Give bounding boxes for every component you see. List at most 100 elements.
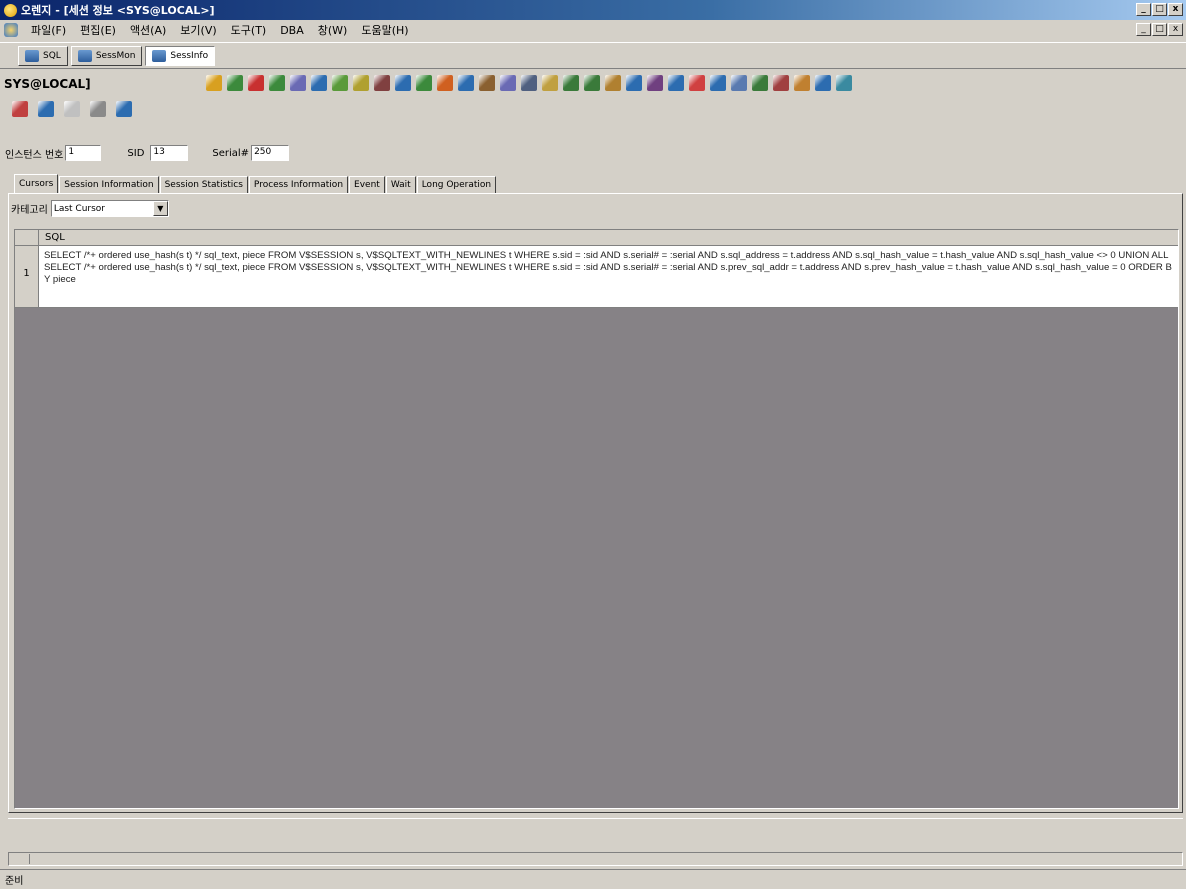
tab-session-statistics[interactable]: Session Statistics xyxy=(159,176,248,194)
doc-tab-label: SessMon xyxy=(95,51,136,61)
toolbar-button-icon[interactable] xyxy=(710,75,726,91)
toolbar-button-icon[interactable] xyxy=(731,75,747,91)
session-params: 인스턴스 번호 1 SID 13 Serial# 250 xyxy=(0,142,1186,164)
toolbar2-button-icon[interactable] xyxy=(38,101,54,117)
session-monitor-icon xyxy=(77,50,92,62)
title-bar: 오렌지 - [세션 정보 <SYS@LOCAL>] _ □ x xyxy=(0,0,1186,20)
sql-grid[interactable]: SQL 1 SELECT /*+ ordered use_hash(s t) *… xyxy=(14,229,1179,809)
menu-window[interactable]: 창(W) xyxy=(311,22,355,38)
toolbar-button-icon[interactable] xyxy=(563,75,579,91)
toolbar-button-icon[interactable] xyxy=(269,75,285,91)
document-tabs: SQL SessMon SessInfo xyxy=(0,42,1186,66)
toolbar2-button-icon[interactable] xyxy=(116,101,132,117)
mdi-minimize-button[interactable]: _ xyxy=(1136,23,1151,36)
doc-tab-sql[interactable]: SQL xyxy=(18,46,68,66)
toolbar-button-icon[interactable] xyxy=(605,75,621,91)
toolbar-button-icon[interactable] xyxy=(500,75,516,91)
toolbar-button-icon[interactable] xyxy=(815,75,831,91)
grid-corner xyxy=(15,230,39,245)
sql-cell[interactable]: SELECT /*+ ordered use_hash(s t) */ sql_… xyxy=(39,246,1178,307)
toolbar-button-icon[interactable] xyxy=(416,75,432,91)
toolbar2-icons xyxy=(12,101,132,117)
column-header-sql[interactable]: SQL xyxy=(39,230,1178,245)
bottom-panel xyxy=(8,818,1183,848)
category-select[interactable]: Last Cursor ▼ xyxy=(50,200,169,217)
toolbar-button-icon[interactable] xyxy=(794,75,810,91)
toolbar-button-icon[interactable] xyxy=(437,75,453,91)
serial-label: Serial# xyxy=(212,147,250,159)
toolbar-button-icon[interactable] xyxy=(248,75,264,91)
menu-action[interactable]: 액션(A) xyxy=(123,22,173,38)
info-tabs: Cursors Session Information Session Stat… xyxy=(14,174,497,194)
menu-bar: 파일(F) 편집(E) 액션(A) 보기(V) 도구(T) DBA 창(W) 도… xyxy=(0,20,1186,40)
toolbar-button-icon[interactable] xyxy=(689,75,705,91)
toolbar-button-icon[interactable] xyxy=(290,75,306,91)
orange-app-icon xyxy=(4,3,17,17)
toolbar-button-icon[interactable] xyxy=(626,75,642,91)
sid-field[interactable]: 13 xyxy=(150,145,189,161)
menu-help[interactable]: 도움말(H) xyxy=(354,22,415,38)
grid-header: SQL xyxy=(15,230,1178,246)
row-number: 1 xyxy=(15,246,39,307)
instance-field[interactable]: 1 xyxy=(65,145,102,161)
minimize-button[interactable]: _ xyxy=(1136,3,1151,16)
toolbar-button-icon[interactable] xyxy=(458,75,474,91)
session-info-icon xyxy=(152,50,167,62)
doc-tab-sessinfo[interactable]: SessInfo xyxy=(145,46,216,66)
connection-label: SYS@LOCAL] xyxy=(4,77,91,91)
toolbar-button-icon[interactable] xyxy=(311,75,327,91)
toolbar-button-icon[interactable] xyxy=(353,75,369,91)
serial-field[interactable]: 250 xyxy=(251,145,290,161)
table-row[interactable]: 1 SELECT /*+ ordered use_hash(s t) */ sq… xyxy=(15,246,1178,308)
toolbar2-button-icon[interactable] xyxy=(90,101,106,117)
status-text: 준비 xyxy=(5,876,24,887)
scroll-divider xyxy=(29,854,30,864)
toolbar-button-icon[interactable] xyxy=(227,75,243,91)
menu-file[interactable]: 파일(F) xyxy=(24,22,73,38)
menu-edit[interactable]: 편집(E) xyxy=(73,22,123,38)
toolbar-button-icon[interactable] xyxy=(542,75,558,91)
category-value: Last Cursor xyxy=(53,203,106,214)
toolbar-button-icon[interactable] xyxy=(479,75,495,91)
document-menu-icon[interactable] xyxy=(4,23,18,37)
tab-wait[interactable]: Wait xyxy=(385,176,416,194)
toolbar-button-icon[interactable] xyxy=(752,75,768,91)
cursors-panel: 카테고리 Last Cursor ▼ SQL 1 SELECT /*+ orde… xyxy=(8,193,1183,813)
mdi-close-button[interactable]: x xyxy=(1168,23,1183,36)
toolbar-button-icon[interactable] xyxy=(836,75,852,91)
window-title: 오렌지 - [세션 정보 <SYS@LOCAL>] xyxy=(21,4,215,17)
maximize-button[interactable]: □ xyxy=(1152,3,1167,16)
menu-tools[interactable]: 도구(T) xyxy=(224,22,274,38)
menu-dba[interactable]: DBA xyxy=(273,24,311,37)
toolbar2-button-icon[interactable] xyxy=(64,101,80,117)
main-toolbar: SYS@LOCAL] xyxy=(0,68,1186,117)
sid-label: SID xyxy=(127,147,145,159)
toolbar-button-icon[interactable] xyxy=(374,75,390,91)
tab-process-information[interactable]: Process Information xyxy=(248,176,349,194)
close-button[interactable]: x xyxy=(1168,3,1183,16)
toolbar-icons xyxy=(206,75,852,91)
sql-icon xyxy=(25,50,39,62)
toolbar-button-icon[interactable] xyxy=(584,75,600,91)
toolbar-button-icon[interactable] xyxy=(395,75,411,91)
toolbar-button-icon[interactable] xyxy=(521,75,537,91)
horizontal-scrollbar[interactable] xyxy=(8,852,1183,866)
mdi-restore-button[interactable]: □ xyxy=(1152,23,1167,36)
toolbar2-button-icon[interactable] xyxy=(12,101,28,117)
toolbar-button-icon[interactable] xyxy=(206,75,222,91)
doc-tab-label: SessInfo xyxy=(170,51,209,61)
doc-tab-sessmon[interactable]: SessMon xyxy=(70,46,143,66)
tab-long-operation[interactable]: Long Operation xyxy=(416,176,497,194)
toolbar-button-icon[interactable] xyxy=(647,75,663,91)
category-row: 카테고리 Last Cursor ▼ xyxy=(11,200,169,217)
menu-view[interactable]: 보기(V) xyxy=(173,22,223,38)
toolbar-button-icon[interactable] xyxy=(668,75,684,91)
toolbar-button-icon[interactable] xyxy=(332,75,348,91)
tab-session-information[interactable]: Session Information xyxy=(59,176,159,194)
tab-cursors[interactable]: Cursors xyxy=(14,174,59,194)
instance-label: 인스턴스 번호 xyxy=(5,149,64,161)
status-bar: 준비 xyxy=(0,869,1186,889)
dropdown-arrow-icon[interactable]: ▼ xyxy=(152,201,168,216)
toolbar-button-icon[interactable] xyxy=(773,75,789,91)
tab-event[interactable]: Event xyxy=(349,176,385,194)
